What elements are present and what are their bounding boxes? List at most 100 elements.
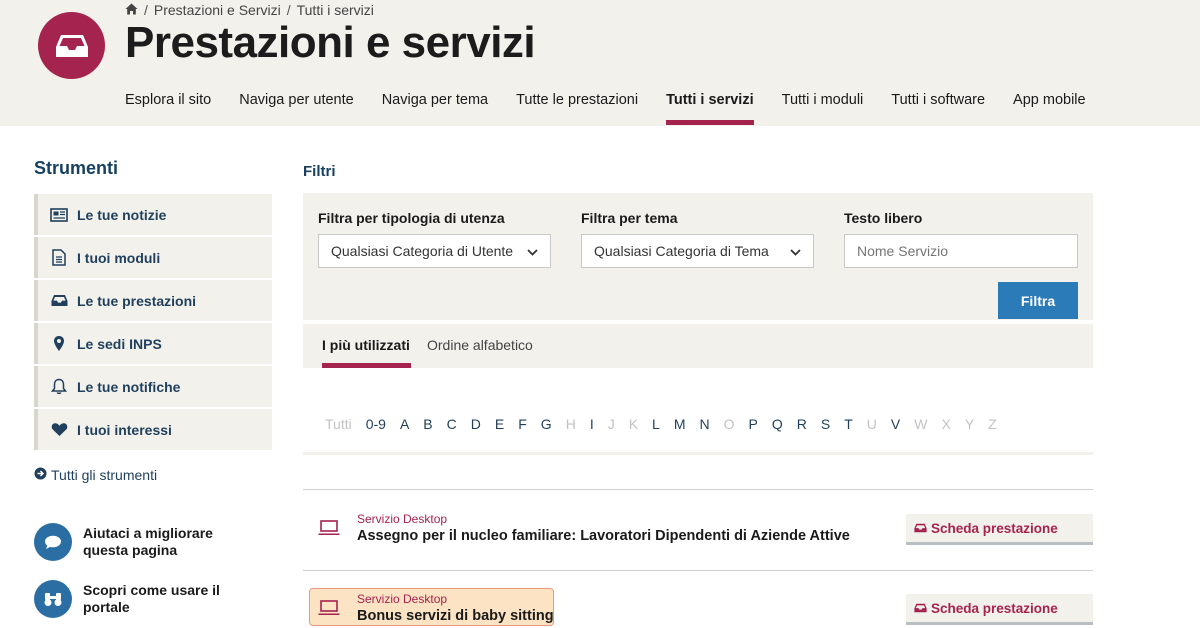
nav-item-software[interactable]: Tutti i software	[891, 92, 985, 126]
scheda-label: Scheda prestazione	[931, 520, 1058, 536]
alphabet-letter: J	[607, 416, 615, 432]
alphabet-letter[interactable]: S	[821, 416, 830, 432]
alphabet-letter[interactable]: I	[590, 416, 594, 432]
nav-item-app-mobile[interactable]: App mobile	[1013, 92, 1086, 126]
home-icon[interactable]	[125, 2, 138, 18]
all-tools-link[interactable]: Tutti gli strumenti	[34, 467, 157, 483]
sidebar-item-label: Le tue prestazioni	[77, 292, 197, 309]
inbox-icon	[50, 294, 68, 307]
chevron-down-icon	[527, 243, 538, 259]
alphabet-letter: X	[941, 416, 951, 432]
alphabet-letter: Y	[964, 416, 975, 432]
list-divider	[303, 489, 1093, 490]
service-type: Servizio Desktop	[357, 512, 448, 526]
alphabet-letter[interactable]: N	[700, 416, 710, 432]
service-type: Servizio Desktop	[357, 592, 448, 606]
alphabet-letter[interactable]: E	[495, 416, 504, 432]
alphabet-letter[interactable]: A	[400, 416, 409, 432]
nav-item-servizi[interactable]: Tutti i servizi	[666, 92, 754, 126]
sidebar-title: Strumenti	[34, 158, 119, 178]
sidebar-item-interessi[interactable]: I tuoi interessi	[34, 409, 272, 450]
feedback-link[interactable]: Aiutaci a migliorare questa pagina	[34, 523, 233, 561]
nav-item-prestazioni[interactable]: Tutte le prestazioni	[516, 92, 638, 126]
heart-icon	[50, 422, 68, 437]
service-title-link[interactable]: Bonus servizi di baby sitting	[357, 608, 554, 624]
breadcrumb-current: Tutti i servizi	[296, 2, 374, 18]
alphabet-letter[interactable]: 0-9	[366, 416, 386, 432]
breadcrumb-separator: /	[286, 2, 291, 18]
alphabet-divider	[303, 452, 1093, 455]
service-name-input[interactable]	[844, 234, 1078, 268]
alphabet-letter[interactable]: Q	[772, 416, 783, 432]
sidebar-item-notizie[interactable]: Le tue notizie	[34, 194, 272, 235]
circle-arrow-right-icon	[34, 467, 47, 483]
scheda-label: Scheda prestazione	[931, 600, 1058, 616]
feedback-label: Aiutaci a migliorare questa pagina	[83, 525, 213, 558]
nav-item-tema[interactable]: Naviga per tema	[382, 92, 488, 126]
alphabet-letter[interactable]: C	[447, 416, 457, 432]
breadcrumb: / Prestazioni e Servizi / Tutti i serviz…	[125, 2, 374, 18]
alphabet-letter[interactable]: V	[891, 416, 900, 432]
free-text-label: Testo libero	[844, 210, 923, 226]
view-tabs: I più utilizzati Ordine alfabetico	[303, 324, 1093, 368]
user-type-select[interactable]: Qualsiasi Categoria di Utente	[318, 234, 551, 268]
alphabet-letter[interactable]: D	[471, 416, 481, 432]
nav-item-utente[interactable]: Naviga per utente	[239, 92, 353, 126]
inbox-icon	[914, 521, 927, 536]
inbox-icon	[55, 34, 88, 57]
chat-bubble-icon	[34, 523, 72, 561]
sidebar-item-label: Le sedi INPS	[77, 335, 162, 352]
alphabet-letter: K	[628, 416, 639, 432]
nav-item-esplora[interactable]: Esplora il sito	[125, 92, 211, 126]
alphabet-letter: U	[866, 416, 877, 432]
breadcrumb-link-prestazioni[interactable]: Prestazioni e Servizi	[154, 2, 281, 18]
sidebar-item-prestazioni[interactable]: Le tue prestazioni	[34, 280, 272, 321]
alphabet-letter[interactable]: G	[541, 416, 552, 432]
scheda-prestazione-button[interactable]: Scheda prestazione	[906, 514, 1093, 545]
all-tools-label: Tutti gli strumenti	[51, 467, 158, 483]
map-pin-icon	[50, 335, 68, 352]
sidebar-item-notifiche[interactable]: Le tue notifiche	[34, 366, 272, 407]
sidebar-item-sedi[interactable]: Le sedi INPS	[34, 323, 272, 364]
alphabet-letter: H	[565, 416, 576, 432]
alphabet-letter[interactable]: M	[674, 416, 686, 432]
tab-alphabetical[interactable]: Ordine alfabetico	[427, 337, 533, 353]
inbox-icon	[914, 601, 927, 616]
service-title-link[interactable]: Assegno per il nucleo familiare: Lavorat…	[357, 528, 850, 544]
tab-most-used[interactable]: I più utilizzati	[322, 337, 410, 353]
alphabet-letter[interactable]: P	[749, 416, 758, 432]
portal-guide-link[interactable]: Scopri come usare il portale	[34, 580, 233, 618]
filter-submit-button[interactable]: Filtra	[998, 282, 1078, 319]
scheda-prestazione-button[interactable]: Scheda prestazione	[906, 594, 1093, 625]
top-navigation: Esplora il sito Naviga per utente Naviga…	[125, 92, 1114, 126]
alphabet-letter[interactable]: L	[652, 416, 660, 432]
theme-label: Filtra per tema	[581, 210, 678, 226]
list-divider	[303, 570, 1093, 571]
sidebar-item-label: I tuoi moduli	[77, 249, 161, 266]
sidebar-tools: Le tue notizie I tuoi moduli Le tue pres…	[34, 194, 272, 452]
alphabet-letter: Z	[988, 416, 997, 432]
theme-select[interactable]: Qualsiasi Categoria di Tema	[581, 234, 814, 268]
binoculars-icon	[34, 580, 72, 618]
alphabet-letter[interactable]: F	[518, 416, 527, 432]
page-title: Prestazioni e servizi	[125, 18, 536, 67]
user-type-label: Filtra per tipologia di utenza	[318, 210, 505, 226]
alphabet-letter[interactable]: T	[844, 416, 853, 432]
breadcrumb-separator: /	[144, 2, 148, 18]
sidebar-item-moduli[interactable]: I tuoi moduli	[34, 237, 272, 278]
portal-guide-label: Scopri come usare il portale	[83, 582, 220, 615]
laptop-icon	[318, 600, 340, 616]
alphabet-letter: W	[914, 416, 928, 432]
alphabet-filter: Tutti 0-9 A B C D E F G H I J K L M N O P Q R S T U V W X Y Z	[325, 416, 1011, 432]
newspaper-icon	[50, 207, 68, 222]
alphabet-letter[interactable]: R	[797, 416, 807, 432]
alphabet-letter[interactable]: B	[423, 416, 432, 432]
laptop-icon	[318, 520, 340, 536]
active-tab-indicator	[322, 363, 411, 368]
nav-item-moduli[interactable]: Tutti i moduli	[782, 92, 864, 126]
document-icon	[50, 249, 68, 266]
section-logo	[38, 12, 105, 79]
chevron-down-icon	[790, 243, 801, 259]
theme-value: Qualsiasi Categoria di Tema	[594, 243, 769, 259]
alphabet-letter: O	[723, 416, 735, 432]
